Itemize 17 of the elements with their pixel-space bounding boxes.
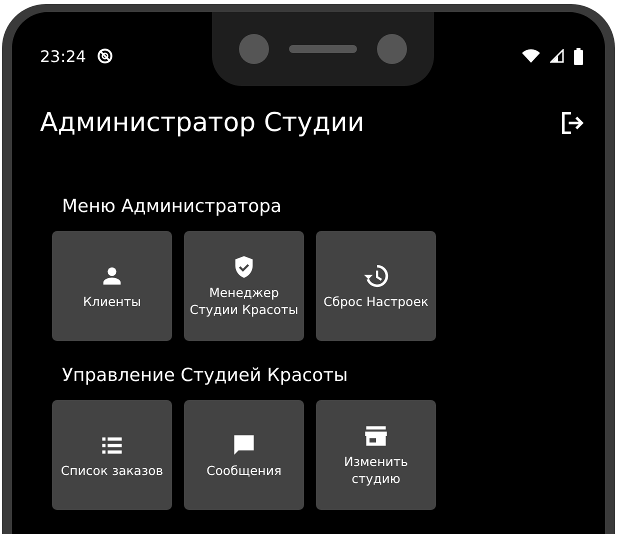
- logout-button[interactable]: [559, 110, 585, 136]
- section-heading: Управление Студией Красоты: [62, 365, 349, 386]
- signal-icon: [550, 49, 564, 63]
- data-saver-icon: [96, 47, 114, 65]
- history-icon: [363, 262, 389, 288]
- status-time: 23:24: [40, 46, 86, 66]
- menu-tile[interactable]: Изменить студию: [316, 400, 436, 510]
- app-title: Администратор Студии: [40, 108, 366, 138]
- logout-icon: [559, 110, 585, 136]
- menu-tile[interactable]: Список заказов: [52, 400, 172, 510]
- menu-tile[interactable]: Менеджер Студии Красоты: [184, 231, 304, 341]
- menu-tile[interactable]: Сообщения: [184, 400, 304, 510]
- menu-tile[interactable]: Сброс Настроек: [316, 231, 436, 341]
- menu-tile[interactable]: Клиенты: [52, 231, 172, 341]
- battery-icon: [574, 48, 583, 64]
- section-heading: Меню Администратора: [62, 196, 283, 217]
- wifi-icon: [522, 49, 540, 63]
